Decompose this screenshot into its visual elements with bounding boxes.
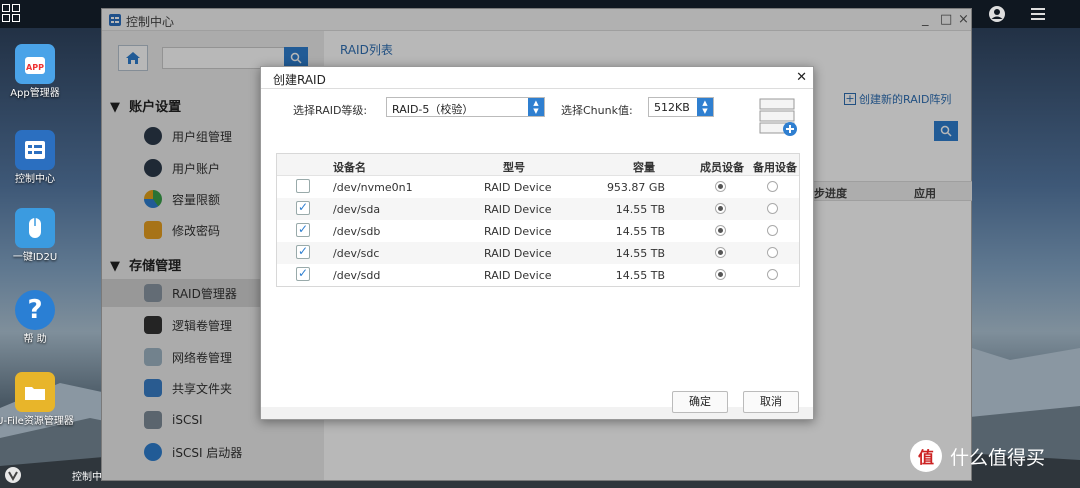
chunk-size-value: 512KB [654, 101, 690, 114]
column-header-member: 成员设备 [700, 161, 744, 174]
desktop-icon-label: 一键ID2U [12, 252, 58, 263]
create-raid-dialog: 创建RAID ✕ 选择RAID等级: RAID-5（校验） ▲ ▼ 选择Chunk… [260, 66, 814, 420]
device-model: RAID Device [484, 203, 552, 216]
svg-text:APP: APP [26, 63, 44, 72]
column-header-capacity: 容量 [633, 161, 655, 174]
mouse-icon [15, 208, 55, 248]
desktop-ufile[interactable]: U-File资源管理器 [0, 372, 75, 428]
raid-level-value: RAID-5（校验） [392, 103, 474, 116]
raid-level-select[interactable]: RAID-5（校验） ▲ ▼ [386, 97, 545, 117]
watermark: 值 什么值得买 [910, 440, 1045, 472]
desktop-control-center[interactable]: 控制中心 [0, 130, 75, 186]
device-model: RAID Device [484, 247, 552, 260]
table-row[interactable]: /dev/sda RAID Device 14.55 TB [277, 198, 799, 220]
desktop-icon-label: U-File资源管理器 [0, 416, 74, 427]
table-row[interactable]: /dev/sdb RAID Device 14.55 TB [277, 220, 799, 242]
desktop-icon-label: 控制中心 [15, 174, 55, 185]
row-checkbox[interactable] [296, 244, 310, 259]
spare-radio[interactable] [767, 269, 778, 280]
device-capacity: 14.55 TB [615, 225, 665, 238]
row-checkbox[interactable] [296, 200, 310, 215]
dialog-title: 创建RAID [273, 73, 326, 87]
device-name: /dev/sdb [333, 225, 381, 238]
table-row[interactable]: /dev/sdc RAID Device 14.55 TB [277, 242, 799, 264]
device-capacity: 14.55 TB [615, 247, 665, 260]
member-radio[interactable] [715, 181, 726, 192]
control-center-icon [15, 130, 55, 170]
app-grid-icon[interactable] [2, 4, 20, 22]
member-radio[interactable] [715, 269, 726, 280]
close-icon[interactable]: ✕ [796, 70, 807, 85]
table-row[interactable]: /dev/nvme0n1 RAID Device 953.87 GB [277, 176, 799, 198]
device-model: RAID Device [484, 181, 552, 194]
select-arrows-icon: ▲ ▼ [697, 98, 713, 116]
cancel-button[interactable]: 取消 [743, 391, 799, 413]
desktop-help[interactable]: ? 帮 助 [0, 290, 75, 346]
member-radio[interactable] [715, 203, 726, 214]
chunk-size-label: 选择Chunk值: [561, 104, 633, 117]
column-header-spare: 备用设备 [753, 161, 797, 174]
taskbar-item[interactable]: 控制中 [72, 468, 102, 483]
table-row[interactable]: /dev/sdd RAID Device 14.55 TB [277, 264, 799, 286]
desktop-icon-label: 帮 助 [23, 334, 47, 345]
member-radio[interactable] [715, 247, 726, 258]
device-capacity: 14.55 TB [615, 203, 665, 216]
watermark-text: 什么值得买 [950, 446, 1046, 469]
member-radio[interactable] [715, 225, 726, 236]
desktop-app-manager[interactable]: APP App管理器 [0, 44, 75, 100]
row-checkbox[interactable] [296, 179, 310, 193]
column-header-device: 设备名 [333, 161, 366, 174]
dialog-titlebar[interactable]: 创建RAID ✕ [261, 67, 813, 89]
spare-radio[interactable] [767, 181, 778, 192]
user-avatar-icon[interactable] [987, 4, 1007, 24]
column-header-model: 型号 [503, 161, 525, 174]
raid-level-label: 选择RAID等级: [293, 104, 368, 117]
device-model: RAID Device [484, 225, 552, 238]
watermark-logo: 值 [910, 440, 942, 472]
table-header: 设备名 型号 容量 成员设备 备用设备 [277, 154, 799, 176]
row-checkbox[interactable] [296, 222, 310, 237]
taskbar-logo-icon[interactable] [4, 466, 22, 484]
spare-radio[interactable] [767, 247, 778, 258]
ok-button[interactable]: 确定 [672, 391, 728, 413]
menu-icon[interactable] [1028, 4, 1048, 24]
folder-icon [15, 372, 55, 412]
device-table: 设备名 型号 容量 成员设备 备用设备 /dev/nvme0n1 RAID Dev… [276, 153, 800, 287]
device-name: /dev/sdc [333, 247, 380, 260]
spare-radio[interactable] [767, 225, 778, 236]
row-checkbox[interactable] [296, 266, 310, 281]
help-icon: ? [15, 290, 55, 330]
app-store-icon: APP [15, 44, 55, 84]
desktop-id2u[interactable]: 一键ID2U [0, 208, 75, 264]
device-capacity: 14.55 TB [615, 269, 665, 282]
device-model: RAID Device [484, 269, 552, 282]
chunk-size-select[interactable]: 512KB ▲ ▼ [648, 97, 714, 117]
server-add-icon [759, 98, 797, 136]
device-name: /dev/sdd [333, 269, 381, 282]
dialog-body: 选择RAID等级: RAID-5（校验） ▲ ▼ 选择Chunk值: 512KB … [261, 89, 813, 413]
device-capacity: 953.87 GB [606, 181, 665, 194]
device-name: /dev/nvme0n1 [333, 181, 413, 194]
select-arrows-icon: ▲ ▼ [528, 98, 544, 116]
device-name: /dev/sda [333, 203, 381, 216]
desktop-icon-label: App管理器 [10, 88, 60, 99]
spare-radio[interactable] [767, 203, 778, 214]
